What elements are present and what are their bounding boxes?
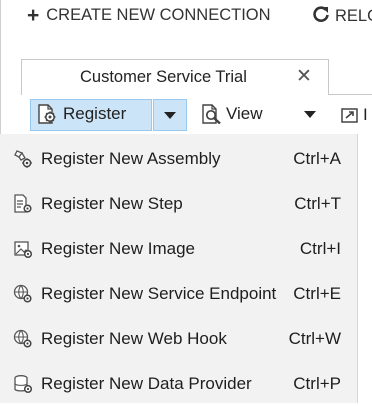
menu-item-shortcut: Ctrl+E xyxy=(293,284,341,303)
view-label: View xyxy=(226,104,263,123)
menu-item-register-new-service-endpoint[interactable]: Register New Service Endpoint Ctrl+E xyxy=(0,271,357,316)
menu-item-shortcut: Ctrl+A xyxy=(293,149,341,168)
menu-item-register-new-web-hook[interactable]: Register New Web Hook Ctrl+W xyxy=(0,316,357,361)
view-dropdown-button[interactable] xyxy=(299,99,321,131)
refresh-icon xyxy=(312,5,330,27)
menu-item-register-new-data-provider[interactable]: Register New Data Provider Ctrl+P xyxy=(0,361,357,406)
web-hook-icon xyxy=(13,329,33,349)
data-provider-icon xyxy=(13,374,33,394)
close-icon[interactable]: ✕ xyxy=(296,65,312,88)
service-endpoint-icon xyxy=(13,284,33,304)
create-new-connection-button[interactable]: + CREATE NEW CONNECTION xyxy=(27,5,271,26)
register-gear-icon xyxy=(37,104,59,124)
create-new-connection-label: CREATE NEW CONNECTION xyxy=(46,6,271,24)
export-icon xyxy=(341,106,361,124)
menu-item-shortcut: Ctrl+T xyxy=(294,194,341,213)
image-icon xyxy=(13,239,33,259)
reload-label: RELO xyxy=(335,6,372,25)
next-toolbar-button[interactable]: I xyxy=(341,105,368,125)
menu-item-label: Register New Web Hook xyxy=(41,329,227,348)
menu-item-shortcut: Ctrl+W xyxy=(288,329,341,348)
menu-item-label: Register New Data Provider xyxy=(41,374,252,393)
menu-item-shortcut: Ctrl+I xyxy=(299,239,341,258)
menu-item-register-new-step[interactable]: Register New Step Ctrl+T xyxy=(0,181,357,226)
step-icon xyxy=(13,194,33,214)
toolbar: Register View I xyxy=(21,96,372,134)
command-bar: + CREATE NEW CONNECTION RELO xyxy=(0,0,372,30)
register-label: Register xyxy=(63,104,127,123)
tab-customer-service-trial[interactable]: Customer Service Trial ✕ xyxy=(21,59,329,95)
register-dropdown-menu: Register New Assembly Ctrl+A Register Ne… xyxy=(0,134,358,403)
plus-icon: + xyxy=(27,4,40,27)
menu-item-register-new-assembly[interactable]: Register New Assembly Ctrl+A xyxy=(0,136,357,181)
menu-item-label: Register New Service Endpoint xyxy=(41,284,277,303)
view-search-icon xyxy=(201,104,223,124)
view-button[interactable]: View xyxy=(201,104,263,124)
next-toolbar-label: I xyxy=(363,105,368,124)
menu-item-label: Register New Assembly xyxy=(41,149,221,168)
reload-button[interactable]: RELO xyxy=(312,5,372,27)
assembly-icon xyxy=(13,149,33,169)
menu-item-label: Register New Image xyxy=(41,239,196,258)
chevron-down-icon xyxy=(304,111,316,118)
menu-item-label: Register New Step xyxy=(41,194,183,213)
register-button[interactable]: Register xyxy=(37,104,126,124)
menu-item-shortcut: Ctrl+P xyxy=(293,374,341,393)
tab-strip-divider xyxy=(329,94,372,95)
tab-title: Customer Service Trial xyxy=(80,68,247,86)
register-dropdown-button[interactable] xyxy=(153,99,187,131)
menu-item-register-new-image[interactable]: Register New Image Ctrl+I xyxy=(0,226,357,271)
chevron-down-icon xyxy=(164,112,176,119)
